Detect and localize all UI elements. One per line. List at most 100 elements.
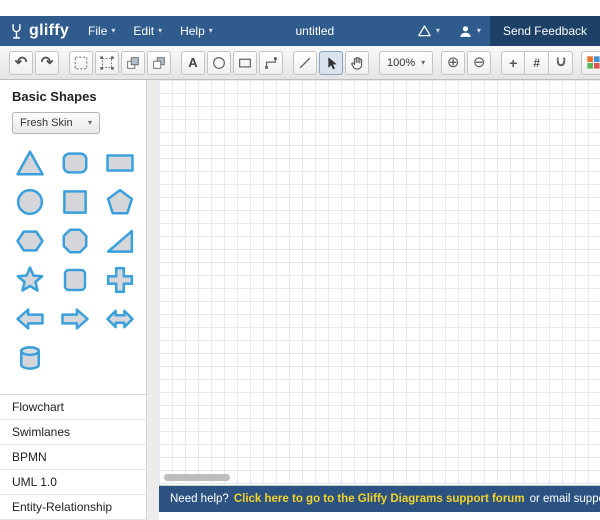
shapes-panel-title: Basic Shapes — [12, 89, 97, 104]
document-title[interactable]: untitled — [286, 16, 345, 46]
expand-canvas-button[interactable]: + — [501, 50, 526, 75]
shape-pentagon[interactable] — [101, 185, 139, 218]
zoom-out-icon: ⊖ — [472, 54, 486, 71]
ellipse-icon — [211, 55, 227, 71]
chevron-down-icon: ▾ — [111, 26, 116, 35]
redo-button[interactable]: ↷ — [35, 50, 59, 75]
shape-rectangle[interactable] — [101, 146, 139, 179]
help-suffix: or email support@gliffy.com — [529, 493, 600, 505]
skin-selector-value: Fresh Skin — [20, 117, 73, 129]
category-uml-1-0[interactable]: UML 1.0 — [0, 470, 146, 495]
undo-button[interactable]: ↶ — [9, 50, 33, 75]
ellipse-tool-button[interactable] — [207, 50, 231, 75]
magnet-icon — [553, 55, 569, 71]
zoom-in-button[interactable]: ⊕ — [441, 50, 466, 75]
shape-rounded-square[interactable] — [56, 263, 94, 296]
category-flowchart[interactable]: Flowchart — [0, 395, 146, 420]
bring-front-icon — [125, 55, 141, 71]
shape-arrow-left[interactable] — [11, 302, 49, 335]
menu-file-label: File — [88, 24, 108, 38]
zoom-in-icon: ⊕ — [446, 54, 460, 71]
navbar: gliffy File ▾ Edit ▾ Help ▾ untitled ▾ ▾… — [0, 16, 600, 46]
category-swimlanes[interactable]: Swimlanes — [0, 420, 146, 445]
shapes-sidebar: Basic Shapes Fresh Skin ▾ Flowchart Swiml… — [0, 80, 146, 520]
marquee-dots-icon — [99, 55, 115, 71]
menu-edit[interactable]: Edit ▾ — [124, 16, 171, 46]
shape-triangle[interactable] — [11, 146, 49, 179]
shape-cylinder[interactable] — [11, 341, 49, 374]
pointer-tool-button[interactable] — [319, 50, 343, 75]
text-tool-button[interactable]: A — [181, 50, 205, 75]
redo-icon: ↷ — [40, 54, 54, 71]
help-prefix: Need help? — [170, 493, 229, 505]
shapes-grid — [0, 138, 146, 394]
support-forum-link[interactable]: Click here to go to the Gliffy Diagrams … — [234, 493, 525, 505]
send-feedback-button[interactable]: Send Feedback — [489, 16, 600, 46]
connector-tool-button[interactable] — [259, 50, 283, 75]
menu-edit-label: Edit — [133, 24, 155, 38]
shape-circle[interactable] — [11, 185, 49, 218]
google-drive-icon — [417, 24, 432, 38]
drawing-canvas[interactable] — [159, 80, 600, 486]
sidebar-splitter[interactable] — [146, 80, 159, 520]
pan-tool-button[interactable] — [345, 50, 369, 75]
category-label: Flowchart — [12, 400, 65, 414]
category-bpmn[interactable]: BPMN — [0, 445, 146, 470]
menu-help[interactable]: Help ▾ — [171, 16, 222, 46]
horizontal-scrollbar[interactable] — [164, 474, 230, 481]
text-icon: A — [188, 55, 198, 70]
chevron-down-icon: ▾ — [87, 118, 92, 127]
multi-select-button[interactable] — [95, 50, 119, 75]
grid-toggle-button[interactable]: # — [525, 50, 550, 75]
category-entity-relationship[interactable]: Entity-Relationship — [0, 495, 146, 520]
send-to-back-button[interactable] — [147, 50, 171, 75]
shape-octagon[interactable] — [56, 224, 94, 257]
shape-star[interactable] — [11, 263, 49, 296]
toolbar-group — [293, 50, 371, 75]
hand-icon — [349, 55, 365, 71]
gliffy-logo[interactable]: gliffy — [0, 16, 79, 46]
skin-selector-dropdown[interactable]: Fresh Skin ▾ — [12, 112, 100, 134]
shape-arrow-double[interactable] — [101, 302, 139, 335]
undo-icon: ↶ — [14, 54, 28, 71]
chevron-down-icon: ▾ — [476, 26, 481, 35]
user-icon — [458, 24, 473, 39]
grid-controls-group: + # — [501, 50, 574, 75]
shape-cross[interactable] — [101, 263, 139, 296]
shape-square[interactable] — [56, 185, 94, 218]
marquee-icon — [73, 55, 89, 71]
gliffy-app: gliffy File ▾ Edit ▾ Help ▾ untitled ▾ ▾… — [0, 0, 600, 520]
google-drive-button[interactable]: ▾ — [408, 16, 449, 46]
shape-right-triangle[interactable] — [101, 224, 139, 257]
menu-help-label: Help — [180, 24, 205, 38]
category-label: UML 1.0 — [12, 475, 57, 489]
bring-to-front-button[interactable] — [121, 50, 145, 75]
line-tool-button[interactable] — [293, 50, 317, 75]
rectangle-tool-button[interactable] — [233, 50, 257, 75]
rectangle-icon — [237, 55, 253, 71]
select-area-button[interactable] — [69, 50, 93, 75]
send-back-icon — [151, 55, 167, 71]
zoom-out-button[interactable]: ⊖ — [467, 50, 492, 75]
shape-rounded-rectangle[interactable] — [56, 146, 94, 179]
toolbar-group: A — [181, 50, 285, 75]
shape-arrow-right[interactable] — [56, 302, 94, 335]
shape-hexagon[interactable] — [11, 224, 49, 257]
category-label: Swimlanes — [12, 425, 71, 439]
toolbar-group: ⊕ ⊖ — [441, 50, 493, 75]
theme-palette-button[interactable] — [581, 50, 600, 75]
account-button[interactable]: ▾ — [449, 16, 490, 46]
zoom-level-dropdown[interactable]: 100% ▾ — [379, 50, 434, 75]
plus-icon: + — [509, 54, 518, 71]
snap-to-grid-button[interactable] — [549, 50, 574, 75]
menu-bar: File ▾ Edit ▾ Help ▾ — [79, 16, 222, 46]
grid-icon: # — [533, 55, 540, 70]
pointer-icon — [323, 55, 339, 71]
chevron-down-icon: ▾ — [158, 26, 163, 35]
menu-file[interactable]: File ▾ — [79, 16, 124, 46]
gliffy-logo-text: gliffy — [29, 22, 70, 39]
chevron-down-icon: ▾ — [208, 26, 213, 35]
toolbar: ↶ ↷ A 100% ▾ ⊕ ⊖ + # — [0, 46, 600, 80]
connector-icon — [263, 55, 279, 71]
line-icon — [297, 55, 313, 71]
